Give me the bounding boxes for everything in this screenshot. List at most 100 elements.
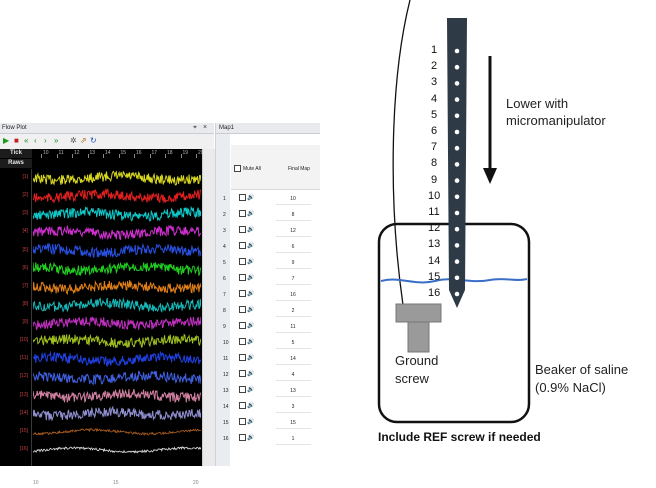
- row-index: 4: [223, 244, 226, 250]
- electrode-number: 5: [430, 108, 438, 121]
- speaker-icon[interactable]: 🔊: [247, 355, 254, 361]
- mute-checkbox[interactable]: 🔊: [239, 306, 255, 314]
- speaker-icon[interactable]: 🔊: [247, 195, 254, 201]
- tick-mark: [41, 154, 42, 158]
- electrode-number: 6: [430, 125, 438, 137]
- speaker-icon[interactable]: 🔊: [247, 371, 254, 377]
- speaker-icon[interactable]: 🔊: [247, 275, 254, 281]
- play-icon[interactable]: ▶: [3, 136, 9, 146]
- final-map-value: 8: [291, 212, 295, 218]
- tick-label: Tick: [0, 149, 32, 158]
- speaker-icon[interactable]: 🔊: [247, 243, 254, 249]
- electrode-site: [454, 129, 460, 135]
- pin-icon[interactable]: ⌖: [193, 123, 197, 133]
- mute-checkbox[interactable]: 🔊: [239, 322, 255, 330]
- mute-checkbox[interactable]: 🔊: [239, 242, 255, 250]
- export-icon[interactable]: ⇗: [80, 136, 87, 146]
- electrode-number: 8: [430, 157, 438, 170]
- ground-screw-head: [395, 303, 442, 323]
- stop-icon[interactable]: ■: [14, 136, 19, 146]
- final-map-value: 2: [291, 308, 295, 314]
- row-index: 16: [223, 436, 229, 442]
- channel-trace: [33, 261, 201, 277]
- channel-label: [16]: [19, 445, 28, 452]
- tick-value: 15: [120, 150, 127, 156]
- channel-trace: [33, 205, 201, 222]
- final-map-value: 15: [290, 420, 296, 426]
- mute-checkbox[interactable]: 🔊: [239, 290, 255, 298]
- mute-all-label: Mute All: [243, 166, 261, 172]
- speaker-icon[interactable]: 🔊: [247, 227, 254, 233]
- mute-checkbox[interactable]: 🔊: [239, 370, 255, 378]
- speaker-icon[interactable]: 🔊: [247, 323, 254, 329]
- mute-checkbox[interactable]: 🔊: [239, 194, 255, 202]
- speaker-icon[interactable]: 🔊: [247, 307, 254, 313]
- electrode-number: 16: [428, 287, 441, 299]
- flow-plot-title: Flow Plot: [2, 125, 27, 131]
- ground-wire: [392, 0, 411, 306]
- map-row: 15 🔊 15: [221, 417, 320, 429]
- mute-checkbox[interactable]: 🔊: [239, 210, 255, 218]
- fast-forward-icon[interactable]: »: [54, 136, 58, 146]
- step-back-icon[interactable]: ‹: [34, 136, 37, 146]
- ref-screw-caption: Include REF screw if needed: [378, 430, 541, 444]
- electrode-number: 3: [430, 76, 438, 89]
- speaker-icon[interactable]: 🔊: [247, 339, 254, 345]
- speaker-icon[interactable]: 🔊: [247, 291, 254, 297]
- final-map-value: 10: [290, 196, 296, 202]
- final-map-value: 14: [290, 356, 296, 362]
- mute-checkbox[interactable]: 🔊: [239, 418, 255, 426]
- tick-value: 17: [151, 150, 158, 156]
- beaker-label-line1: Beaker of saline: [535, 362, 629, 377]
- vertical-scrollbar[interactable]: [202, 149, 215, 466]
- tick-mark: [149, 154, 151, 158]
- step-forward-icon[interactable]: ›: [44, 136, 47, 146]
- mute-checkbox[interactable]: 🔊: [239, 434, 255, 442]
- final-map-value: 16: [290, 292, 296, 298]
- row-index: 11: [223, 356, 229, 362]
- final-map-value: 11: [290, 324, 296, 330]
- mute-checkbox[interactable]: 🔊: [239, 402, 255, 410]
- map-row: 16 🔊 1: [221, 433, 320, 445]
- close-icon[interactable]: ×: [203, 123, 207, 133]
- electrode-site: [454, 64, 460, 70]
- speaker-icon[interactable]: 🔊: [247, 419, 254, 425]
- mute-checkbox[interactable]: 🔊: [239, 338, 255, 346]
- flow-plot-toolbar: ▶ ■ « ‹ › » ✲ ⇗ ↻: [0, 135, 214, 147]
- electrode-number: 14: [428, 254, 441, 267]
- tick-value: 19: [182, 150, 189, 156]
- map-row: 13 🔊 13: [221, 385, 320, 397]
- mute-checkbox[interactable]: 🔊: [239, 354, 255, 362]
- mute-checkbox[interactable]: 🔊: [239, 386, 255, 394]
- final-map-value: 3: [291, 404, 295, 410]
- final-map-value: 1: [291, 436, 295, 442]
- channel-trace: [33, 370, 201, 386]
- channel-trace: [33, 350, 201, 368]
- speaker-icon[interactable]: 🔊: [247, 387, 254, 393]
- row-index: 7: [223, 292, 226, 298]
- speaker-icon[interactable]: 🔊: [247, 211, 254, 217]
- channel-trace: [33, 242, 201, 259]
- map-row: 8 🔊 2: [221, 305, 320, 317]
- channel-label: [2]: [22, 192, 28, 199]
- map-row: 10 🔊 5: [221, 337, 320, 349]
- final-map-value: 4: [291, 372, 295, 378]
- speaker-icon[interactable]: 🔊: [247, 435, 254, 441]
- rewind-icon[interactable]: «: [24, 136, 28, 146]
- electrode-site: [454, 97, 460, 102]
- mute-checkbox[interactable]: 🔊: [239, 274, 255, 282]
- map-row: 11 🔊 14: [221, 353, 320, 365]
- snowflake-icon[interactable]: ✲: [70, 136, 77, 146]
- speaker-icon[interactable]: 🔊: [247, 403, 254, 409]
- refresh-icon[interactable]: ↻: [90, 136, 97, 146]
- electrode-site: [454, 243, 460, 248]
- speaker-icon[interactable]: 🔊: [247, 259, 254, 265]
- mute-checkbox[interactable]: 🔊: [239, 226, 255, 234]
- row-index: 15: [223, 420, 229, 426]
- mute-all-checkbox[interactable]: [234, 165, 241, 172]
- ground-screw-body: [407, 321, 430, 353]
- beaker-label-line2: (0.9% NaCl): [535, 380, 606, 395]
- mute-checkbox[interactable]: 🔊: [239, 258, 255, 266]
- tick-mark: [103, 154, 104, 158]
- map-row: 14 🔊 3: [221, 401, 320, 413]
